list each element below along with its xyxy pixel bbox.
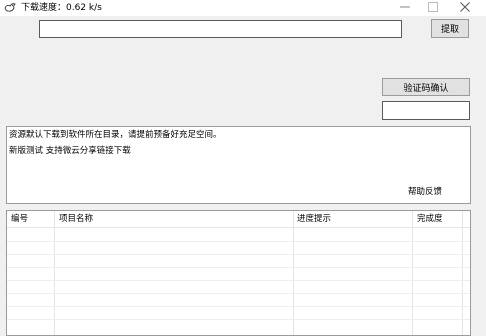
row-divider <box>7 254 470 255</box>
column-divider <box>412 211 413 335</box>
column-divider <box>293 211 294 335</box>
window-title: 下载速度：0.62 k/s <box>21 3 102 13</box>
column-divider <box>462 211 463 335</box>
help-feedback-link[interactable]: 帮助反馈 <box>408 185 442 197</box>
column-divider <box>54 211 55 335</box>
row-divider <box>7 241 470 242</box>
maximize-icon <box>428 1 438 15</box>
maximize-button[interactable] <box>420 0 446 16</box>
share-link-input[interactable] <box>39 20 402 38</box>
row-divider <box>7 306 470 307</box>
title-bar: 下载速度：0.62 k/s <box>0 0 486 16</box>
update-message: 新版测试 支持微云分享链接下载 <box>9 146 131 156</box>
extract-button[interactable]: 提取 <box>431 19 469 38</box>
message-panel: 资源默认下载到软件所在目录，请提前预备好充足空间。 新版测试 支持微云分享链接下… <box>6 126 471 204</box>
row-divider <box>7 293 470 294</box>
minimize-icon <box>400 2 410 15</box>
column-header-progress-tip[interactable]: 进度提示 <box>297 213 331 225</box>
column-header-id[interactable]: 编号 <box>11 213 28 225</box>
minimize-button[interactable] <box>392 0 418 16</box>
row-divider <box>7 267 470 268</box>
verify-code-input[interactable] <box>382 101 470 120</box>
list-header: 编号 项目名称 进度提示 完成度 <box>7 211 470 228</box>
column-header-completion[interactable]: 完成度 <box>417 213 443 225</box>
close-icon <box>460 1 470 15</box>
column-header-name[interactable]: 项目名称 <box>59 213 93 225</box>
row-divider <box>7 280 470 281</box>
row-divider <box>7 319 470 320</box>
bird-icon <box>4 2 16 14</box>
download-list[interactable]: 编号 项目名称 进度提示 完成度 <box>6 210 471 336</box>
info-message: 资源默认下载到软件所在目录，请提前预备好充足空间。 <box>9 130 222 140</box>
close-button[interactable] <box>452 0 478 16</box>
verify-code-button[interactable]: 验证码确认 <box>382 78 470 96</box>
